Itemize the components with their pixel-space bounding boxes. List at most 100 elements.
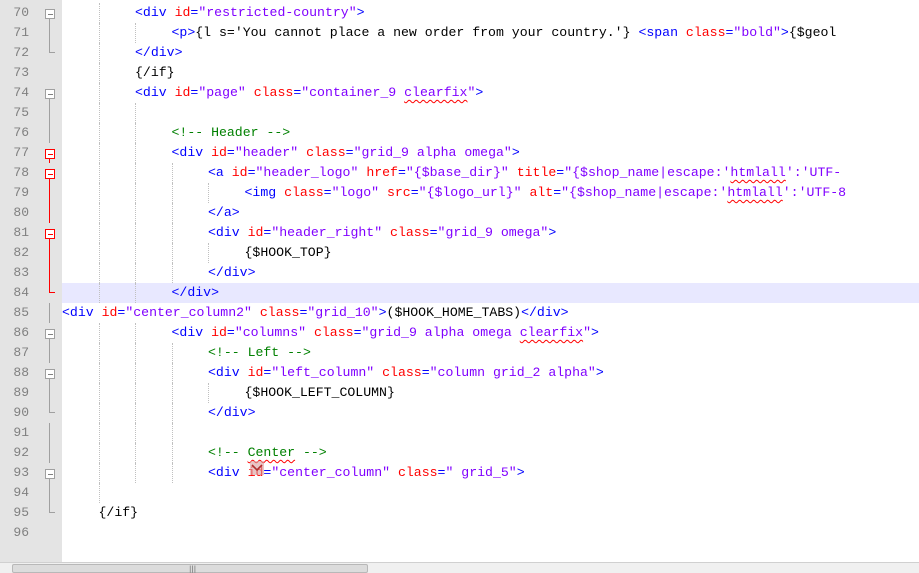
code-text[interactable]: {/if} — [62, 503, 919, 523]
fold-marker — [36, 403, 62, 423]
code-text[interactable]: </div> — [62, 283, 919, 303]
fold-marker — [36, 243, 62, 263]
fold-marker[interactable] — [36, 163, 62, 183]
code-line[interactable]: 96 — [0, 523, 919, 543]
code-text[interactable]: </div> — [62, 263, 919, 283]
fold-marker — [36, 443, 62, 463]
code-line[interactable]: 81 <div id="header_right" class="grid_9 o… — [0, 223, 919, 243]
code-line[interactable]: 83 </div> — [0, 263, 919, 283]
fold-marker[interactable] — [36, 463, 62, 483]
code-text[interactable]: <!-- Header --> — [62, 123, 919, 143]
fold-toggle-icon[interactable] — [45, 369, 55, 379]
code-line[interactable]: 88 <div id="left_column" class="column gr… — [0, 363, 919, 383]
code-token: <div — [208, 225, 248, 240]
code-text[interactable]: <!-- Center --> — [62, 443, 919, 463]
horizontal-scrollbar[interactable]: ||| — [0, 562, 919, 573]
code-text[interactable]: {$HOOK_LEFT_COLUMN} — [62, 383, 919, 403]
indent-guide — [135, 403, 136, 423]
fold-toggle-icon[interactable] — [45, 9, 55, 19]
code-line[interactable]: 71 <p>{l s='You cannot place a new order … — [0, 23, 919, 43]
code-line[interactable]: 90 </div> — [0, 403, 919, 423]
code-line[interactable]: 80 </a> — [0, 203, 919, 223]
code-text[interactable]: <div id="header" class="grid_9 alpha ome… — [62, 143, 919, 163]
code-line[interactable]: 82 {$HOOK_TOP} — [0, 243, 919, 263]
code-text[interactable]: {$HOOK_TOP} — [62, 243, 919, 263]
code-line[interactable]: 86 <div id="columns" class="grid_9 alpha … — [0, 323, 919, 343]
line-number: 87 — [13, 345, 29, 360]
code-line[interactable]: 94 — [0, 483, 919, 503]
code-text[interactable]: </div> — [62, 43, 919, 63]
fold-marker — [36, 103, 62, 123]
code-text[interactable]: <div id="center_column" class=" grid_5"> — [62, 463, 919, 483]
fold-toggle-icon[interactable] — [45, 469, 55, 479]
code-token: href — [366, 165, 398, 180]
code-text[interactable]: <div id="header_right" class="grid_9 ome… — [62, 223, 919, 243]
code-token: --> — [295, 445, 327, 460]
code-text[interactable]: <!-- Left --> — [62, 343, 919, 363]
code-token: > — [511, 145, 520, 160]
line-number: 93 — [13, 465, 29, 480]
code-text[interactable] — [62, 423, 919, 443]
code-line[interactable]: 75 — [0, 103, 919, 123]
code-text[interactable]: <div id="restricted-country"> — [62, 3, 919, 23]
code-line[interactable]: 84 </div> — [0, 283, 919, 303]
code-text[interactable]: </div> — [62, 403, 919, 423]
code-text[interactable]: <a id="header_logo" href="{$base_dir}" t… — [62, 163, 919, 183]
indent-guide — [98, 483, 100, 503]
code-line[interactable]: 79 <img class="logo" src="{$logo_url}" al… — [0, 183, 919, 203]
line-number: 75 — [13, 105, 29, 120]
fold-marker — [36, 23, 62, 43]
code-text[interactable] — [62, 103, 919, 123]
fold-marker[interactable] — [36, 323, 62, 343]
indent-guide — [98, 183, 100, 203]
code-line[interactable]: 72 </div> — [0, 43, 919, 63]
code-text[interactable]: <div id="center_column2" class="grid_10"… — [62, 303, 919, 323]
code-line[interactable]: 92 <!-- Center --> — [0, 443, 919, 463]
fold-marker — [36, 483, 62, 503]
line-number: 73 — [13, 65, 29, 80]
code-text[interactable]: <div id="columns" class="grid_9 alpha om… — [62, 323, 919, 343]
code-text[interactable] — [62, 523, 919, 543]
line-number: 84 — [13, 285, 29, 300]
code-line[interactable]: 73 {/if} — [0, 63, 919, 83]
fold-marker[interactable] — [36, 143, 62, 163]
fold-marker[interactable] — [36, 363, 62, 383]
code-text[interactable]: <img class="logo" src="{$logo_url}" alt=… — [62, 183, 919, 203]
fold-toggle-icon[interactable] — [45, 229, 55, 239]
code-line[interactable]: 77 <div id="header" class="grid_9 alpha o… — [0, 143, 919, 163]
fold-toggle-icon[interactable] — [45, 169, 55, 179]
code-text[interactable] — [62, 483, 919, 503]
fold-toggle-icon[interactable] — [45, 149, 55, 159]
code-line[interactable]: 87 <!-- Left --> — [0, 343, 919, 363]
code-text[interactable]: <div id="page" class="container_9 clearf… — [62, 83, 919, 103]
code-line[interactable]: 85 <div id="center_column2" class="grid_1… — [0, 303, 919, 323]
fold-marker[interactable] — [36, 3, 62, 23]
code-token: = — [226, 325, 235, 340]
code-line[interactable]: 70 <div id="restricted-country"> — [0, 3, 919, 23]
fold-toggle-icon[interactable] — [45, 89, 55, 99]
code-text[interactable]: <p>{l s='You cannot place a new order fr… — [62, 23, 919, 43]
code-line[interactable]: 74 <div id="page" class="container_9 clea… — [0, 83, 919, 103]
code-line[interactable]: 91 — [0, 423, 919, 443]
indent-guide — [98, 323, 100, 343]
code-text[interactable]: </a> — [62, 203, 919, 223]
code-editor[interactable]: 70 <div id="restricted-country"> 71 <p>{l s… — [0, 0, 919, 562]
code-text[interactable]: {/if} — [62, 63, 919, 83]
code-line[interactable]: 95 {/if} — [0, 503, 919, 523]
code-line[interactable]: 78 <a id="header_logo" href="{$base_dir}"… — [0, 163, 919, 183]
fold-toggle-icon[interactable] — [45, 329, 55, 339]
code-line[interactable]: 76 <!-- Header --> — [0, 123, 919, 143]
fold-marker[interactable] — [36, 83, 62, 103]
code-line[interactable]: 93 <div id="center_column" class=" grid_5… — [0, 463, 919, 483]
code-token: <!-- Left --> — [208, 345, 311, 360]
code-text[interactable]: <div id="left_column" class="column grid… — [62, 363, 919, 383]
indent-guide — [98, 243, 100, 263]
code-token: > — [595, 365, 604, 380]
code-line[interactable]: 89 {$HOOK_LEFT_COLUMN} — [0, 383, 919, 403]
fold-marker[interactable] — [36, 223, 62, 243]
indent-guide — [135, 423, 136, 443]
indent-guide — [171, 343, 173, 363]
